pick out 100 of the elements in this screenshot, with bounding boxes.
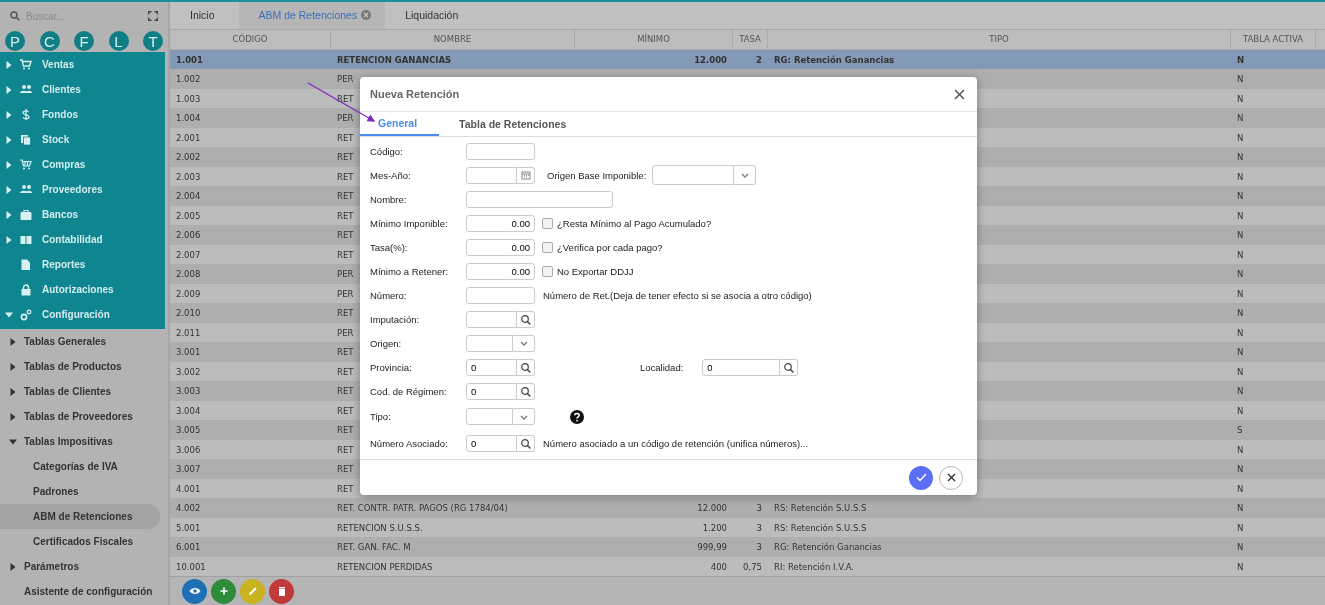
column-header[interactable]: TIPO bbox=[768, 29, 1231, 49]
table-cell: 1.200 bbox=[702, 522, 727, 533]
table-cell: RETENCION S.U.S.S. bbox=[337, 522, 423, 533]
table-cell: 1.001 bbox=[176, 54, 203, 65]
shortcut-button[interactable]: P bbox=[5, 31, 25, 51]
table-cell: 12.000 bbox=[697, 503, 727, 513]
table-cell: 3 bbox=[756, 503, 762, 513]
menu-item[interactable]: Stock bbox=[0, 127, 165, 152]
shortcut-button[interactable]: T bbox=[143, 31, 163, 51]
delete-button[interactable] bbox=[269, 578, 294, 604]
input-field[interactable] bbox=[466, 142, 535, 160]
search-button[interactable] bbox=[517, 358, 535, 376]
checkbox[interactable] bbox=[542, 217, 553, 229]
table-row[interactable]: 10.001 RETENCION PERDIDAS 400 0,75 RI: Retención I.V.A. N bbox=[170, 556, 1325, 577]
field-label: Imputación: bbox=[370, 313, 421, 325]
shortcut-button[interactable]: F bbox=[74, 31, 94, 51]
tab[interactable]: Tabla de Retenciones bbox=[439, 112, 587, 136]
submenu-item[interactable]: Certificados Fiscales bbox=[0, 529, 160, 554]
table-cell: RET bbox=[337, 93, 354, 104]
field-label: Mínimo a Retener: bbox=[370, 265, 450, 277]
table-cell: N bbox=[1237, 74, 1244, 84]
submenu-item[interactable]: Padrones bbox=[0, 479, 160, 504]
menu-item[interactable]: Clientes bbox=[0, 77, 165, 102]
column-header[interactable]: TABLA ACTIVA bbox=[1231, 29, 1316, 49]
menu-item[interactable]: Configuración bbox=[0, 302, 165, 327]
menu-item[interactable]: Bancos bbox=[0, 202, 165, 227]
dropdown-field[interactable] bbox=[466, 408, 513, 425]
input-field[interactable] bbox=[466, 286, 535, 304]
submenu-item[interactable]: Tablas de Productos bbox=[0, 354, 168, 379]
menu-item[interactable]: Reportes bbox=[0, 252, 165, 277]
input-field[interactable]: 0.00 bbox=[466, 262, 535, 280]
table-cell: RET bbox=[337, 483, 354, 494]
input-field[interactable]: 0 bbox=[466, 382, 517, 400]
help-icon[interactable] bbox=[570, 409, 584, 424]
table-cell: 2.006 bbox=[176, 230, 201, 240]
table-cell: RET bbox=[337, 444, 354, 455]
tab[interactable]: General bbox=[360, 112, 440, 136]
submenu-item[interactable]: Tablas de Clientes bbox=[0, 379, 168, 404]
shortcut-button[interactable]: C bbox=[39, 31, 60, 51]
fullscreen-icon[interactable] bbox=[148, 11, 158, 21]
submenu-item[interactable]: Categorías de IVA bbox=[0, 454, 160, 479]
checkbox[interactable] bbox=[542, 241, 553, 253]
input-field[interactable]: 0 bbox=[466, 435, 517, 452]
submenu-item[interactable]: Tablas Impositivas bbox=[0, 429, 168, 454]
column-header[interactable]: TASA bbox=[733, 29, 768, 49]
menu-item[interactable]: Fondos bbox=[0, 102, 165, 127]
table-row[interactable]: 1.001 RETENCION GANANCIAS 12.000 2 RG: Retención Ganancias N bbox=[170, 49, 1325, 70]
submenu-item[interactable]: Tablas de Proveedores bbox=[0, 404, 168, 429]
search-button[interactable] bbox=[517, 382, 535, 400]
table-cell: 3 bbox=[756, 542, 762, 552]
table-cell: 3.001 bbox=[176, 347, 201, 357]
search-button[interactable] bbox=[517, 310, 535, 328]
dropdown-field[interactable] bbox=[466, 334, 513, 352]
table-cell: N bbox=[1237, 249, 1244, 260]
input-field[interactable]: 0.00 bbox=[466, 214, 535, 232]
column-header[interactable]: MÍNIMO bbox=[575, 29, 733, 49]
submenu-item[interactable]: Tablas Generales bbox=[0, 329, 168, 354]
menu-item[interactable]: Contabilidad bbox=[0, 227, 165, 252]
close-icon bbox=[946, 473, 956, 482]
input-field[interactable] bbox=[466, 190, 613, 208]
tab[interactable]: Inicio bbox=[170, 2, 239, 29]
menu-item[interactable]: Ventas bbox=[0, 52, 165, 77]
confirm-button[interactable] bbox=[909, 465, 933, 490]
field-label: Mes-Año: bbox=[370, 169, 412, 181]
checkbox[interactable] bbox=[542, 265, 553, 277]
input-field[interactable]: 0 bbox=[466, 358, 517, 376]
search-button[interactable] bbox=[780, 358, 799, 376]
input-field[interactable]: 0.00 bbox=[466, 238, 535, 256]
dropdown-field[interactable] bbox=[652, 165, 735, 185]
menu-item[interactable]: Autorizaciones bbox=[0, 277, 165, 302]
add-button[interactable] bbox=[211, 578, 236, 604]
column-header[interactable]: NOMBRE bbox=[331, 29, 575, 49]
table-row[interactable]: 5.001 RETENCION S.U.S.S. 1.200 3 RS: Retención S.U.S.S N bbox=[170, 517, 1325, 538]
view-button[interactable] bbox=[182, 578, 207, 604]
input-field[interactable]: 0 bbox=[702, 358, 781, 376]
search-button[interactable] bbox=[517, 435, 535, 452]
tab[interactable]: Liquidación bbox=[385, 2, 473, 29]
check-icon bbox=[915, 473, 927, 482]
field-label: Nombre: bbox=[370, 193, 408, 205]
table-cell: RET. GAN. FAC. M bbox=[337, 542, 411, 552]
submenu-item[interactable]: Parámetros bbox=[0, 554, 168, 579]
input-field[interactable] bbox=[466, 310, 517, 328]
dropdown-button[interactable] bbox=[734, 165, 757, 185]
submenu-item[interactable]: Asistente de configuración bbox=[0, 579, 168, 604]
menu-item[interactable]: Proveedores bbox=[0, 177, 165, 202]
close-icon[interactable] bbox=[954, 88, 965, 100]
table-row[interactable]: 4.002 RET. CONTR. PATR. PAGOS (RG 1784/04) 12.000 3 RS: Retención S.U.S.S N bbox=[170, 498, 1325, 518]
table-cell: RET bbox=[337, 230, 354, 240]
column-header[interactable]: CÓDIGO bbox=[170, 29, 331, 49]
dropdown-button[interactable] bbox=[513, 408, 535, 425]
dropdown-button[interactable] bbox=[513, 334, 535, 352]
table-row[interactable]: 6.001 RET. GAN. FAC. M 999,99 3 RG: Retención Ganancias N bbox=[170, 537, 1325, 557]
submenu-item[interactable]: ABM de Retenciones bbox=[0, 504, 160, 529]
calendar-button[interactable] bbox=[517, 166, 535, 184]
menu-item[interactable]: Compras bbox=[0, 152, 165, 177]
cancel-button[interactable] bbox=[939, 465, 963, 490]
shortcut-button[interactable]: L bbox=[108, 31, 129, 51]
table-cell: 10.001 bbox=[176, 561, 206, 572]
input-field[interactable] bbox=[466, 166, 517, 184]
table-cell: N bbox=[1237, 171, 1244, 182]
